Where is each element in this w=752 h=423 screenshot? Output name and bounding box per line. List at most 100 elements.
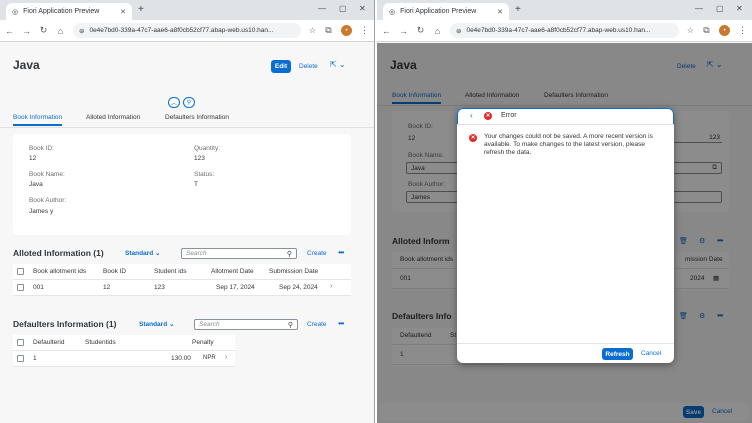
tab-defaulters-information[interactable]: Defaulters Information <box>165 114 229 121</box>
browser-tab[interactable]: ◎ Fiori Application Preview ✕ <box>383 3 509 20</box>
maximize-icon[interactable]: ▢ <box>716 4 724 13</box>
refresh-button[interactable]: Refresh <box>602 348 633 360</box>
menu-kebab-icon[interactable]: ⋮ <box>738 25 747 36</box>
url-text: 0e4e7bd0-339a-47c7-aae6-a8f0cb52cf77.aba… <box>466 27 651 34</box>
close-window-icon[interactable]: ✕ <box>736 4 743 13</box>
table-cell: 1 <box>33 355 37 362</box>
pin-header-icon[interactable]: ⚲ <box>183 97 195 108</box>
menu-kebab-icon[interactable]: ⋮ <box>360 25 369 36</box>
reload-icon[interactable]: ↻ <box>416 25 425 36</box>
home-icon[interactable]: ⌂ <box>56 26 65 36</box>
right-browser-window: ◎ Fiori Application Preview ✕ + — ▢ ✕ ← … <box>377 0 752 423</box>
back-icon[interactable]: ← <box>382 26 391 36</box>
row-checkbox[interactable] <box>17 355 24 362</box>
table-cell: 123 <box>154 284 165 291</box>
alloted-variant-select[interactable]: Standard ⌄ <box>125 249 160 257</box>
column-header[interactable]: Allotment Date <box>211 268 254 275</box>
section-tabs: Book Information Alloted Information Def… <box>0 112 374 128</box>
book-id-value: 12 <box>29 155 37 162</box>
maximize-icon[interactable]: ▢ <box>339 4 347 13</box>
book-information-card: Book ID: 12 Quantity: 123 Book Name: Jav… <box>13 134 351 235</box>
dialog-header: ‹ ✕ Error <box>457 108 674 125</box>
reload-icon[interactable]: ↻ <box>39 25 48 36</box>
select-all-checkbox[interactable] <box>17 339 24 346</box>
share-icon[interactable]: ⇱ ⌄ <box>330 60 346 69</box>
dialog-footer: Refresh Cancel <box>457 343 674 363</box>
status-label: Status: <box>194 171 215 178</box>
quantity-label: Quantity: <box>194 145 221 152</box>
back-icon[interactable]: ← <box>5 26 14 36</box>
table-row[interactable]: 001 12 123 Sep 17, 2024 Sep 24, 2024 › <box>13 280 351 296</box>
table-cell: Sep 17, 2024 <box>216 284 255 291</box>
home-icon[interactable]: ⌂ <box>433 26 442 36</box>
site-info-icon[interactable]: ⊜ <box>79 27 84 35</box>
new-tab-button[interactable]: + <box>515 4 521 15</box>
defaulters-variant-select[interactable]: Standard ⌄ <box>139 320 174 328</box>
row-navigation-chevron-icon[interactable]: › <box>330 283 332 290</box>
forward-icon[interactable]: → <box>22 26 31 36</box>
column-header[interactable]: Penalty <box>192 339 214 346</box>
avatar[interactable]: • <box>341 25 352 36</box>
forward-icon[interactable]: → <box>399 26 408 36</box>
close-window-icon[interactable]: ✕ <box>359 4 366 13</box>
close-tab-icon[interactable]: ✕ <box>497 8 503 16</box>
tab-alloted-information[interactable]: Alloted Information <box>86 114 140 121</box>
row-checkbox[interactable] <box>17 284 24 291</box>
error-dialog: ‹ ✕ Error ✕ Your changes could not be sa… <box>457 108 674 363</box>
defaulters-search-input[interactable]: Search ⚲ <box>194 319 298 330</box>
book-name-value: Java <box>29 181 43 188</box>
table-cell: 001 <box>33 284 44 291</box>
search-icon[interactable]: ⚲ <box>288 321 293 329</box>
alloted-more-icon[interactable]: ••• <box>338 248 344 257</box>
tab-book-information[interactable]: Book Information <box>13 114 63 126</box>
table-row[interactable]: 1 130.00 NPR › <box>13 351 235 367</box>
error-message: Your changes could not be saved. A more … <box>484 133 653 156</box>
back-icon[interactable]: ‹ <box>470 111 473 120</box>
bookmark-star-icon[interactable]: ☆ <box>309 26 316 35</box>
browser-tab[interactable]: ◎ Fiori Application Preview ✕ <box>6 3 132 20</box>
column-header[interactable]: Studentids <box>85 339 116 346</box>
avatar[interactable]: • <box>719 25 730 36</box>
defaulters-more-icon[interactable]: ••• <box>338 319 344 328</box>
table-cell: NPR <box>203 355 216 361</box>
column-header[interactable]: Book allotment ids <box>33 268 86 275</box>
select-all-checkbox[interactable] <box>17 268 24 275</box>
new-tab-button[interactable]: + <box>138 4 144 15</box>
url-text: 0e4e7bd0-339a-47c7-aae6-a8f0cb52cf77.aba… <box>89 27 274 34</box>
address-bar[interactable]: ⊜ 0e4e7bd0-339a-47c7-aae6-a8f0cb52cf77.a… <box>450 23 679 38</box>
extensions-icon[interactable]: ⧉ <box>324 25 333 36</box>
column-header[interactable]: Book ID <box>103 268 126 275</box>
bookmark-star-icon[interactable]: ☆ <box>687 26 694 35</box>
column-header[interactable]: Defaulterid <box>33 339 64 346</box>
delete-button[interactable]: Delete <box>299 63 318 70</box>
minimize-icon[interactable]: — <box>318 4 326 13</box>
browser-toolbar: ← → ↻ ⌂ ⊜ 0e4e7bd0-339a-47c7-aae6-a8f0cb… <box>377 20 752 42</box>
dialog-cancel-button[interactable]: Cancel <box>641 350 661 357</box>
book-name-label: Book Name: <box>29 171 65 178</box>
tab-strip: ◎ Fiori Application Preview ✕ + — ▢ ✕ <box>0 0 374 20</box>
close-tab-icon[interactable]: ✕ <box>120 8 126 16</box>
collapse-header-icon[interactable]: ︿ <box>168 97 180 108</box>
status-value: T <box>194 181 198 188</box>
address-bar[interactable]: ⊜ 0e4e7bd0-339a-47c7-aae6-a8f0cb52cf77.a… <box>73 23 301 38</box>
book-author-value: James y <box>29 208 54 215</box>
dialog-title: Error <box>501 112 517 119</box>
alloted-create-button[interactable]: Create <box>307 250 327 257</box>
extensions-icon[interactable]: ⧉ <box>702 25 711 36</box>
defaulters-create-button[interactable]: Create <box>307 321 327 328</box>
table-cell: Sep 24, 2024 <box>279 284 318 291</box>
alloted-section-title: Alloted Information (1) <box>13 248 104 258</box>
page-title: Java <box>13 58 40 72</box>
defaulters-section-title: Defaulters Information (1) <box>13 319 117 329</box>
row-navigation-chevron-icon[interactable]: › <box>225 354 227 361</box>
edit-button[interactable]: Edit <box>271 60 291 73</box>
object-page: Java Edit Delete ⇱ ⌄ ︿ ⚲ Book Informatio… <box>0 43 374 423</box>
search-icon[interactable]: ⚲ <box>287 250 292 258</box>
column-header[interactable]: Submission Date <box>269 268 318 275</box>
alloted-search-input[interactable]: Search ⚲ <box>181 248 297 259</box>
minimize-icon[interactable]: — <box>695 4 703 13</box>
column-header[interactable]: Student ids <box>154 268 187 275</box>
alloted-variant-label: Standard <box>125 250 154 257</box>
site-info-icon[interactable]: ⊜ <box>456 27 461 35</box>
browser-tab-title: Fiori Application Preview <box>400 8 477 15</box>
